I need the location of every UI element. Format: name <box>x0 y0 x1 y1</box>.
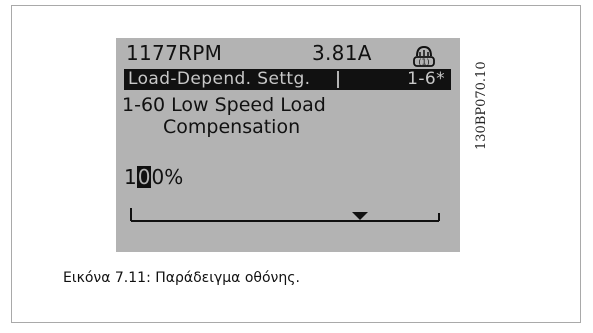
scale-marker-icon <box>352 212 368 220</box>
figure-code: 130BP070.10 <box>474 61 489 150</box>
value-suffix: 0% <box>151 165 184 189</box>
value-cursor-digit[interactable]: 0 <box>136 166 152 188</box>
parameter-name-line2: Compensation <box>163 116 301 138</box>
group-separator <box>337 71 339 88</box>
parameter-value[interactable]: 1 0 0% <box>124 165 183 189</box>
parameter-name-line1: 1-60 Low Speed Load <box>122 94 326 116</box>
parameter-group-bar: Load-Depend. Settg. 1-6* <box>124 69 451 90</box>
hand-icon-label: (1) <box>418 58 429 67</box>
group-title: Load-Depend. Settg. <box>128 69 311 89</box>
lcd-display: 1177RPM 3.81A (1) Load-Depend. Settg. 1-… <box>116 38 460 252</box>
value-prefix: 1 <box>124 165 137 189</box>
hand-on-icon: (1) <box>413 45 435 67</box>
speed-readout: 1177RPM <box>126 41 223 65</box>
current-readout: 3.81A <box>312 41 372 65</box>
figure-caption: Εικόνα 7.11: Παράδειγμα οθόνης. <box>63 270 300 286</box>
group-index: 1-6* <box>407 69 445 89</box>
value-scale-bar <box>130 208 440 222</box>
